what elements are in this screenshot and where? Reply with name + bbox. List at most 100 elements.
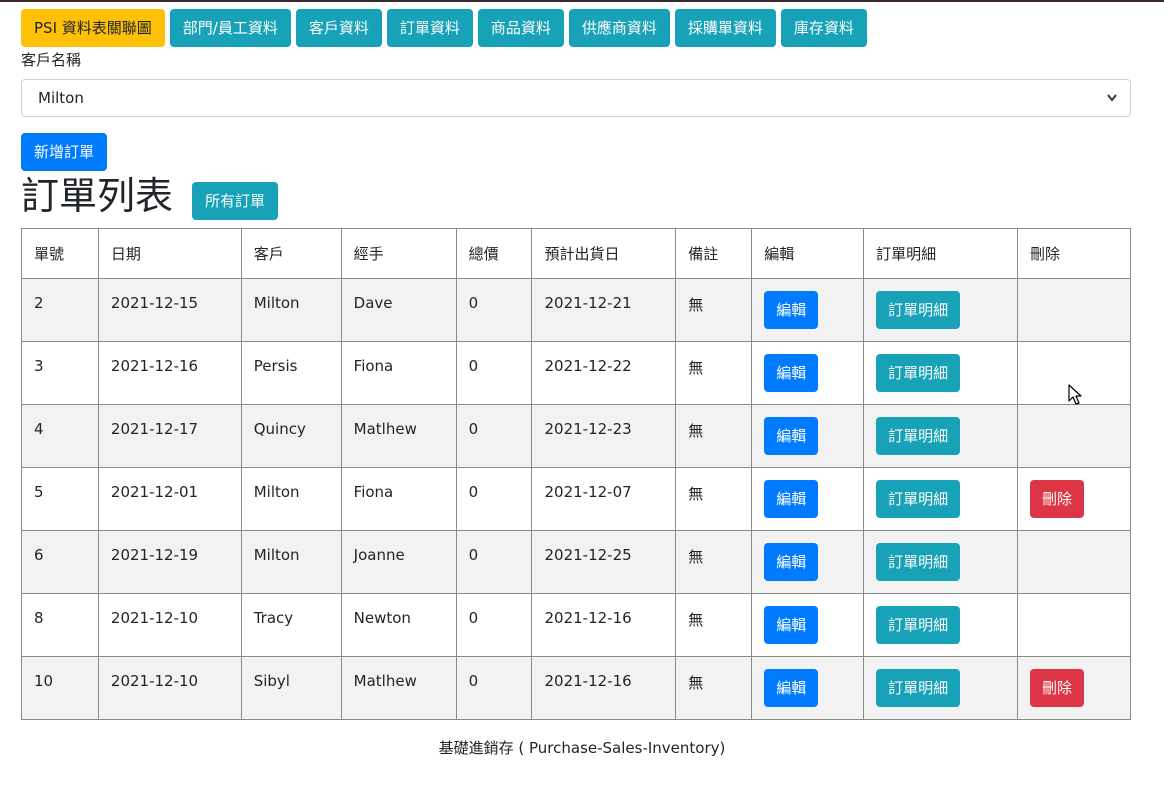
cell-detail: 訂單明細 (863, 404, 1018, 468)
cell-note: 無 (675, 341, 753, 405)
all-orders-button[interactable]: 所有訂單 (192, 182, 279, 220)
customer-select-value: Milton (38, 89, 84, 107)
edit-button[interactable]: 編輯 (764, 669, 819, 707)
edit-button[interactable]: 編輯 (764, 291, 819, 329)
cell-handler: Fiona (340, 467, 457, 531)
cell-delete (1017, 278, 1131, 342)
order-detail-button[interactable]: 訂單明細 (876, 417, 961, 455)
cell-delete: 刪除 (1017, 656, 1131, 720)
cell-detail: 訂單明細 (863, 593, 1018, 657)
cell-note: 無 (675, 656, 753, 720)
nav-department-employee-button[interactable]: 部門/員工資料 (169, 9, 291, 47)
nav-psi-diagram-button[interactable]: PSI 資料表關聯圖 (21, 9, 165, 47)
order-detail-button[interactable]: 訂單明細 (876, 543, 961, 581)
cell-edit: 編輯 (751, 341, 865, 405)
cell-ship-date: 2021-12-16 (531, 593, 677, 657)
cell-ship-date: 2021-12-16 (531, 656, 677, 720)
cell-ship-date: 2021-12-07 (531, 467, 677, 531)
edit-button[interactable]: 編輯 (764, 417, 819, 455)
delete-button[interactable]: 刪除 (1030, 669, 1085, 707)
order-detail-button[interactable]: 訂單明細 (876, 291, 961, 329)
cell-total: 0 (455, 467, 533, 531)
cell-date: 2021-12-19 (97, 530, 242, 594)
page-title: 訂單列表 (21, 174, 174, 218)
cell-customer: Milton (240, 530, 342, 594)
cell-date: 2021-12-10 (97, 656, 242, 720)
customer-select[interactable]: Milton (21, 79, 1131, 117)
cell-edit: 編輯 (751, 656, 865, 720)
cell-total: 0 (455, 530, 533, 594)
cell-note: 無 (675, 404, 753, 468)
nav-product-button[interactable]: 商品資料 (477, 9, 564, 47)
nav-customer-button[interactable]: 客戶資料 (295, 9, 382, 47)
nav-purchase-order-button[interactable]: 採購單資料 (674, 9, 776, 47)
cell-delete (1017, 404, 1131, 468)
table-row: 6 2021-12-19 Milton Joanne 0 2021-12-25 … (21, 530, 1131, 594)
cell-edit: 編輯 (751, 530, 865, 594)
edit-button[interactable]: 編輯 (764, 480, 819, 518)
header-delete: 刪除 (1017, 228, 1131, 279)
cell-id: 2 (21, 278, 99, 342)
cell-note: 無 (675, 278, 753, 342)
cell-detail: 訂單明細 (863, 467, 1018, 531)
edit-button[interactable]: 編輯 (764, 543, 819, 581)
order-detail-button[interactable]: 訂單明細 (876, 669, 961, 707)
cell-edit: 編輯 (751, 404, 865, 468)
nav-order-button[interactable]: 訂單資料 (386, 9, 473, 47)
cell-customer: Quincy (240, 404, 342, 468)
cell-customer: Persis (240, 341, 342, 405)
header-handler: 經手 (340, 228, 457, 279)
edit-button[interactable]: 編輯 (764, 354, 819, 392)
cell-id: 10 (21, 656, 99, 720)
cell-id: 3 (21, 341, 99, 405)
delete-button[interactable]: 刪除 (1030, 480, 1085, 518)
cell-handler: Joanne (340, 530, 457, 594)
edit-button[interactable]: 編輯 (764, 606, 819, 644)
cell-total: 0 (455, 593, 533, 657)
cell-ship-date: 2021-12-21 (531, 278, 677, 342)
table-row: 4 2021-12-17 Quincy Matlhew 0 2021-12-23… (21, 404, 1131, 468)
cell-delete (1017, 593, 1131, 657)
nav-supplier-button[interactable]: 供應商資料 (568, 9, 670, 47)
cell-edit: 編輯 (751, 593, 865, 657)
add-order-button[interactable]: 新增訂單 (21, 133, 108, 171)
cell-ship-date: 2021-12-25 (531, 530, 677, 594)
cell-handler: Matlhew (340, 656, 457, 720)
header-note: 備註 (675, 228, 753, 279)
cell-detail: 訂單明細 (863, 530, 1018, 594)
order-detail-button[interactable]: 訂單明細 (876, 480, 961, 518)
nav-inventory-button[interactable]: 庫存資料 (780, 9, 867, 47)
cell-handler: Dave (340, 278, 457, 342)
cell-handler: Fiona (340, 341, 457, 405)
header-edit: 編輯 (751, 228, 865, 279)
header-total: 總價 (455, 228, 533, 279)
order-detail-button[interactable]: 訂單明細 (876, 606, 961, 644)
cell-edit: 編輯 (751, 467, 865, 531)
order-detail-button[interactable]: 訂單明細 (876, 354, 961, 392)
cell-handler: Newton (340, 593, 457, 657)
cell-handler: Matlhew (340, 404, 457, 468)
header-order-detail: 訂單明細 (863, 228, 1018, 279)
cell-date: 2021-12-17 (97, 404, 242, 468)
chevron-down-icon (1106, 80, 1118, 131)
cell-id: 8 (21, 593, 99, 657)
table-row: 10 2021-12-10 Sibyl Matlhew 0 2021-12-16… (21, 656, 1131, 720)
cell-customer: Sibyl (240, 656, 342, 720)
mouse-pointer-icon (1068, 384, 1084, 406)
cell-detail: 訂單明細 (863, 278, 1018, 342)
cell-detail: 訂單明細 (863, 656, 1018, 720)
top-border (0, 0, 1164, 2)
cell-ship-date: 2021-12-22 (531, 341, 677, 405)
customer-filter-label: 客戶名稱 (21, 51, 82, 69)
table-row: 5 2021-12-01 Milton Fiona 0 2021-12-07 無… (21, 467, 1131, 531)
cell-note: 無 (675, 467, 753, 531)
cell-id: 4 (21, 404, 99, 468)
top-nav: PSI 資料表關聯圖 部門/員工資料 客戶資料 訂單資料 商品資料 供應商資料 … (21, 9, 867, 47)
header-id: 單號 (21, 228, 99, 279)
header-customer: 客戶 (240, 228, 342, 279)
cell-id: 5 (21, 467, 99, 531)
header-date: 日期 (97, 228, 242, 279)
header-ship-date: 預計出貨日 (531, 228, 677, 279)
cell-date: 2021-12-16 (97, 341, 242, 405)
cell-ship-date: 2021-12-23 (531, 404, 677, 468)
